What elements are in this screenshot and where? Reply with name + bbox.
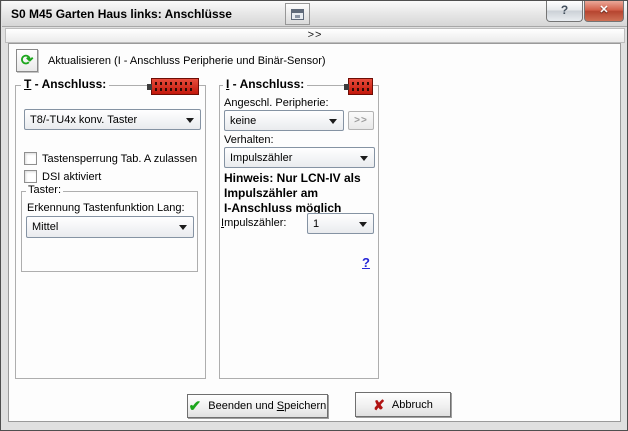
titlebar[interactable]: S0 M45 Garten Haus links: Anschlüsse ? ✕ [2, 1, 627, 27]
chevron-down-icon [359, 222, 367, 227]
verhalten-label: Verhalten: [224, 134, 274, 146]
tastensperrung-checkbox[interactable] [24, 152, 37, 165]
i-anschluss-title-rest: - Anschluss: [229, 77, 304, 91]
connector-pins [155, 82, 195, 85]
impulszaehler-label-rest: mpulszähler: [224, 217, 286, 229]
close-button[interactable]: ✕ [584, 1, 624, 22]
detach-window-button[interactable] [285, 3, 310, 25]
expander-button[interactable]: >> [5, 28, 625, 43]
erkennung-label: Erkennung Tastenfunktion Lang: [27, 202, 185, 214]
refresh-icon: ⟳ [21, 53, 34, 68]
main-panel: ⟳ Aktualisieren (I - Anschluss Peripheri… [8, 43, 621, 422]
cancel-button-label: Abbruch [392, 399, 433, 411]
save-label-accel: S [277, 400, 284, 412]
verhalten-select[interactable]: Impulszähler [224, 147, 375, 168]
save-label-pre: Beenden und [208, 400, 277, 412]
expander-label: >> [308, 29, 323, 41]
window-icon [291, 9, 304, 20]
refresh-button[interactable]: ⟳ [16, 49, 38, 72]
impulszaehler-label: Impulszähler: [221, 217, 286, 229]
erkennung-value: Mittel [32, 221, 58, 233]
taster-group: Taster: Erkennung Tastenfunktion Lang: M… [21, 191, 198, 272]
erkennung-select[interactable]: Mittel [26, 216, 194, 238]
verhalten-value: Impulszähler [230, 152, 292, 164]
help-button[interactable]: ? [546, 1, 583, 22]
cross-icon: ✘ [373, 398, 385, 412]
chevron-down-icon [186, 118, 194, 123]
tastensperrung-label: Tastensperrung Tab. A zulassen [42, 153, 197, 165]
save-button-label: Beenden und Speichern [208, 400, 326, 412]
dsi-checkbox-row[interactable]: DSI aktiviert [24, 170, 101, 183]
connector-pins [155, 88, 195, 91]
taster-type-select[interactable]: T8/-TU4x konv. Taster [24, 109, 201, 130]
chevron-down-icon [329, 119, 337, 124]
peripherie-more-label: >> [354, 115, 368, 126]
peripherie-value: keine [230, 115, 256, 127]
close-icon: ✕ [599, 4, 608, 16]
check-icon: ✔ [189, 399, 202, 414]
refresh-label: Aktualisieren (I - Anschluss Peripherie … [48, 55, 326, 67]
cancel-button[interactable]: ✘ Abbruch [355, 392, 451, 417]
chevron-down-icon [360, 156, 368, 161]
save-and-close-button[interactable]: ✔ Beenden und Speichern [187, 394, 328, 418]
help-icon: ? [561, 3, 568, 17]
impulszaehler-value: 1 [313, 218, 319, 230]
taster-group-title: Taster: [26, 184, 63, 196]
t-anschluss-title-rest: - Anschluss: [31, 77, 106, 91]
peripherie-more-button[interactable]: >> [348, 111, 374, 130]
impulszaehler-select[interactable]: 1 [307, 213, 374, 234]
peripherie-label: Angeschl. Peripherie: [224, 97, 329, 109]
taster-type-value: T8/-TU4x konv. Taster [30, 114, 137, 126]
t-connector-icon [151, 78, 199, 95]
connector-pins [352, 82, 369, 85]
context-help-link[interactable]: ? [362, 255, 370, 270]
tastensperrung-checkbox-row[interactable]: Tastensperrung Tab. A zulassen [24, 152, 197, 165]
t-anschluss-group-title: T - Anschluss: [21, 77, 109, 91]
hinweis-line: Impulszähler am [224, 186, 361, 201]
i-anschluss-group: I - Anschluss: Angeschl. Peripherie: kei… [219, 85, 379, 379]
chevron-down-icon [179, 225, 187, 230]
i-anschluss-group-title: I - Anschluss: [223, 77, 307, 91]
dsi-label: DSI aktiviert [42, 171, 101, 183]
dialog-window: S0 M45 Garten Haus links: Anschlüsse ? ✕… [0, 0, 628, 431]
hinweis-line: Hinweis: Nur LCN-IV als [224, 171, 361, 186]
i-connector-icon [348, 78, 373, 95]
save-label-post: peichern [284, 400, 326, 412]
t-anschluss-group: T - Anschluss: T8/-TU4x konv. Taster Tas… [15, 85, 206, 379]
dsi-checkbox[interactable] [24, 170, 37, 183]
peripherie-select[interactable]: keine [224, 110, 344, 131]
hinweis-text: Hinweis: Nur LCN-IV als Impulszähler am … [224, 171, 361, 216]
window-title: S0 M45 Garten Haus links: Anschlüsse [11, 1, 232, 27]
connector-pins [352, 88, 369, 91]
